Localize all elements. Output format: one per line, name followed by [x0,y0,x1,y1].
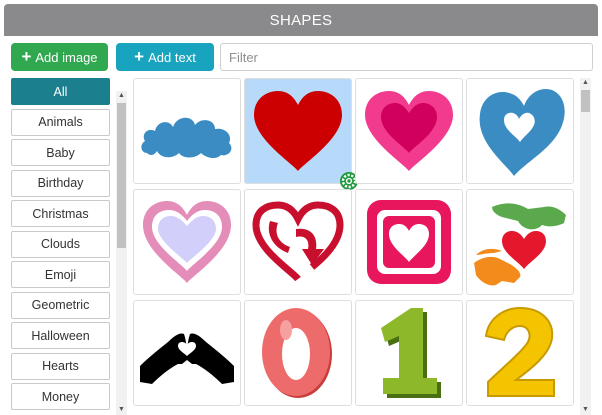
category-animals[interactable]: Animals [11,108,110,136]
scrollbar-thumb[interactable] [581,90,590,112]
number-zero-icon [262,308,332,398]
shape-number-two[interactable] [466,300,574,406]
add-text-label: Add text [148,49,196,65]
shape-pink-layered-heart[interactable] [355,78,463,184]
category-christmas[interactable]: Christmas [11,200,110,227]
category-money[interactable]: Money [11,383,110,410]
hands-holding-heart-icon [474,203,566,286]
category-baby[interactable]: Baby [11,139,110,166]
category-list: All Animals Baby Birthday Christmas Clou… [11,78,110,415]
scrollbar-thumb[interactable] [117,103,126,248]
cloud-icon [141,117,232,159]
shape-heart-arrow[interactable] [244,189,352,295]
shape-pink-outline-heart[interactable] [133,189,241,295]
shape-grid [131,78,578,415]
shape-hand-heart-gesture[interactable] [133,300,241,406]
add-image-label: Add image [35,49,98,65]
toolbar: + Add image + Add text [11,43,593,71]
shape-red-heart[interactable] [244,78,358,190]
shape-number-zero[interactable] [244,300,352,406]
blue-heart-icon [479,88,565,176]
scroll-up-icon[interactable]: ▲ [580,78,591,88]
category-geometric[interactable]: Geometric [11,291,110,319]
scroll-down-icon[interactable]: ▼ [580,405,591,415]
number-one-icon [381,308,441,398]
heart-arrow-icon [252,201,344,282]
scroll-down-icon[interactable]: ▼ [116,405,127,415]
panel-title: SHAPES [4,4,598,36]
category-hearts[interactable]: Hearts [11,352,110,380]
plus-icon: + [134,47,145,66]
category-all[interactable]: All [11,78,110,105]
shape-hands-holding-heart[interactable] [466,189,574,295]
category-halloween[interactable]: Halloween [11,322,110,349]
red-heart-icon [254,91,342,171]
shape-cloud[interactable] [133,78,241,184]
scroll-up-icon[interactable]: ▲ [116,91,127,101]
add-text-button[interactable]: + Add text [116,43,214,71]
category-birthday[interactable]: Birthday [11,169,110,197]
pink-outline-heart-icon [143,201,231,283]
filter-input[interactable] [220,43,593,71]
category-clouds[interactable]: Clouds [11,230,110,258]
heart-square-icon [367,200,451,284]
shape-heart-square[interactable] [355,189,463,295]
add-image-button[interactable]: + Add image [11,43,108,71]
number-two-icon [484,306,555,397]
plus-icon: + [21,47,32,66]
hand-heart-gesture-icon [140,333,234,384]
category-emoji[interactable]: Emoji [11,261,110,288]
shape-number-one[interactable] [355,300,463,406]
pink-layered-heart-icon [365,91,453,171]
grid-scrollbar[interactable]: ▲ ▼ [580,78,591,415]
shape-blue-heart[interactable] [466,78,574,184]
category-scrollbar[interactable]: ▲ ▼ [116,91,127,415]
